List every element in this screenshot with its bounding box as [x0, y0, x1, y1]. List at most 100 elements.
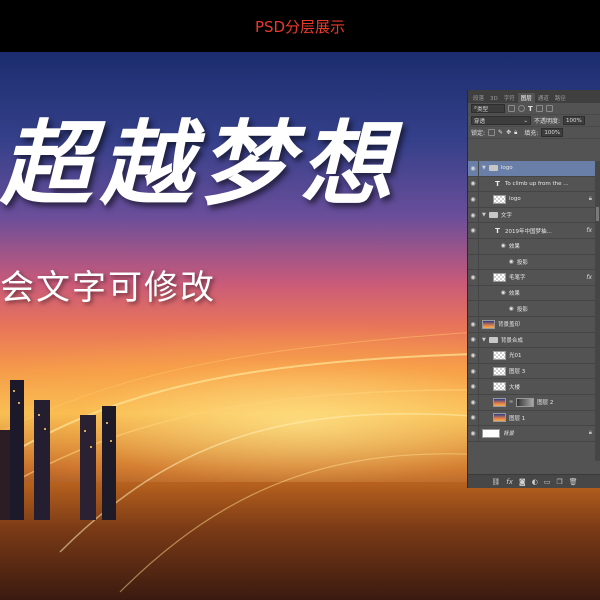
panel-footer: ⛓ fx ◙ ◐ ▭ ❐ 🗑︎ — [468, 474, 600, 488]
layer-name: 背景合成 — [500, 337, 523, 344]
layer-row-drop-shadow[interactable]: ◉ 投影 — [468, 301, 600, 317]
layer-row-logo-group[interactable]: ◉ ▼ logo — [468, 161, 600, 177]
folder-icon — [488, 165, 498, 172]
layer-row-brush-text[interactable]: ◉ 毛笔字 fx — [468, 270, 600, 286]
filter-select[interactable]: ⌕ 类型 — [471, 104, 505, 113]
link-icon: ∞ — [509, 399, 514, 406]
layer-row-climb-text[interactable]: ◉ T To climb up from the ... — [468, 176, 600, 193]
tab-paragraph[interactable]: 段落 — [470, 93, 487, 103]
layer-row-effects[interactable]: ◉ 效果 — [468, 285, 600, 302]
layer-row-background-stamp[interactable]: ◉ 背景盖印 — [468, 316, 600, 333]
folder-icon[interactable]: ▭ — [544, 478, 551, 486]
filter-smart-object-icon[interactable] — [545, 105, 553, 112]
fill-input[interactable]: 100% — [541, 128, 564, 137]
slogan-calligraphy: 超越梦想 — [0, 110, 401, 218]
layer-name: logo — [500, 165, 513, 172]
lock-move-icon[interactable]: ✥ — [506, 129, 511, 136]
eye-icon[interactable]: ◉ — [468, 410, 479, 426]
opacity-label: 不透明度: — [534, 118, 561, 125]
layer-name: 投影 — [516, 306, 528, 313]
eye-icon[interactable]: ◉ — [468, 270, 479, 285]
tab-character[interactable]: 字符 — [501, 93, 518, 103]
layer-row-light01[interactable]: ◉ 光01 — [468, 348, 600, 364]
tab-layers[interactable]: 图层 — [517, 93, 535, 103]
layer-row-layer-3[interactable]: ◉ 图层 3 — [468, 363, 600, 380]
lock-label: 锁定: — [471, 130, 486, 137]
eye-slot — [468, 285, 479, 301]
lock-all-icon[interactable]: 🔒︎ — [514, 129, 517, 137]
mask-icon[interactable]: ◙ — [519, 478, 526, 486]
layer-mask-thumbnail[interactable] — [516, 397, 535, 407]
layer-name: 效果 — [508, 244, 520, 251]
lock-brush-icon[interactable]: ✎ — [498, 129, 503, 136]
layer-name: 光01 — [509, 353, 522, 360]
eye-icon[interactable]: ◉ — [468, 223, 479, 238]
eye-icon[interactable]: ◉ — [509, 259, 514, 265]
eye-icon[interactable]: ◉ — [468, 161, 479, 176]
eye-icon[interactable]: ◉ — [468, 379, 479, 394]
layer-thumbnail — [493, 350, 506, 360]
eye-icon[interactable]: ◉ — [468, 316, 479, 332]
adjustment-icon[interactable]: ◐ — [532, 478, 538, 486]
layer-name: 图层 2 — [537, 400, 554, 407]
fx-badge[interactable]: fx — [586, 274, 592, 281]
fx-icon[interactable]: fx — [506, 478, 513, 486]
chevron-down-icon[interactable]: ▼ — [482, 337, 486, 343]
filter-text-icon[interactable]: T — [528, 105, 533, 113]
layer-row-layer-2[interactable]: ◉ ∞ 图层 2 — [468, 394, 600, 411]
filter-pixel-icon[interactable] — [508, 105, 515, 112]
eye-icon[interactable]: ◉ — [468, 332, 479, 348]
tab-paths[interactable]: 路径 — [552, 93, 569, 103]
layer-row-2019-text[interactable]: ◉ T 2019年中国梦抽... fx — [468, 223, 600, 239]
lock-icon: 🔒︎ — [588, 195, 592, 203]
layer-row-drop-shadow[interactable]: ◉ 投影 — [468, 254, 600, 271]
trash-icon[interactable]: 🗑︎ — [569, 478, 578, 486]
lock-transparent-icon[interactable] — [488, 129, 496, 136]
eye-icon[interactable]: ◉ — [468, 426, 479, 441]
layer-row-layer-1[interactable]: ◉ 图层 1 — [468, 410, 600, 427]
eye-icon[interactable]: ◉ — [468, 176, 479, 192]
layer-row-building[interactable]: ◉ 大楼 — [468, 379, 600, 395]
layer-thumbnail — [493, 272, 506, 282]
layer-row-background[interactable]: ◉ 背景 🔒︎ — [468, 426, 600, 442]
page-header: PSD分层展示 — [0, 0, 600, 52]
eye-icon[interactable]: ◉ — [468, 192, 479, 207]
layer-row-background-group[interactable]: ◉ ▼ 背景合成 — [468, 332, 600, 349]
layer-name: 2019年中国梦抽... — [505, 228, 552, 235]
fx-badge[interactable]: fx — [586, 227, 592, 234]
chevron-down-icon[interactable]: ▼ — [482, 165, 486, 171]
layer-row-text-group[interactable]: ◉ ▼ 文字 — [468, 207, 600, 224]
eye-icon[interactable]: ◉ — [468, 348, 479, 363]
blend-mode-select[interactable]: 穿透 ⌄ — [471, 116, 531, 125]
filter-shape-icon[interactable] — [535, 105, 543, 112]
layers-scrollbar[interactable] — [595, 161, 600, 461]
lock-row: 锁定: ✎ ✥ 🔒︎ 填充: 100% — [468, 127, 600, 139]
eye-slot — [468, 301, 479, 316]
layer-name: 图层 1 — [509, 415, 526, 422]
layer-name: 图层 3 — [509, 369, 526, 376]
eye-icon[interactable]: ◉ — [501, 243, 506, 249]
eye-icon[interactable]: ◉ — [468, 363, 479, 379]
layer-name: 效果 — [508, 291, 520, 298]
layer-row-effects[interactable]: ◉ 效果 — [468, 238, 600, 255]
new-layer-icon[interactable]: ❐ — [556, 478, 562, 486]
eye-icon[interactable]: ◉ — [468, 394, 479, 410]
eye-icon[interactable]: ◉ — [501, 290, 506, 296]
skyscrapers — [0, 380, 116, 520]
fill-label: 填充: — [524, 130, 539, 137]
eye-icon[interactable]: ◉ — [468, 207, 479, 223]
eye-icon[interactable]: ◉ — [509, 306, 514, 312]
page-title: PSD分层展示 — [254, 17, 346, 36]
eye-slot — [468, 254, 479, 270]
chevron-down-icon: ⌄ — [523, 117, 528, 124]
layer-thumbnail — [493, 413, 506, 423]
tab-channels[interactable]: 通道 — [535, 93, 552, 103]
layer-thumbnail — [482, 428, 500, 438]
filter-adjustment-icon[interactable] — [518, 105, 525, 112]
link-icon[interactable]: ⛓ — [491, 478, 500, 486]
layer-row-logo-image[interactable]: ◉ logo 🔒︎ — [468, 192, 600, 208]
eye-slot — [468, 238, 479, 254]
chevron-down-icon[interactable]: ▼ — [482, 212, 486, 218]
tab-3d[interactable]: 3D — [487, 95, 501, 103]
opacity-input[interactable]: 100% — [563, 116, 586, 125]
